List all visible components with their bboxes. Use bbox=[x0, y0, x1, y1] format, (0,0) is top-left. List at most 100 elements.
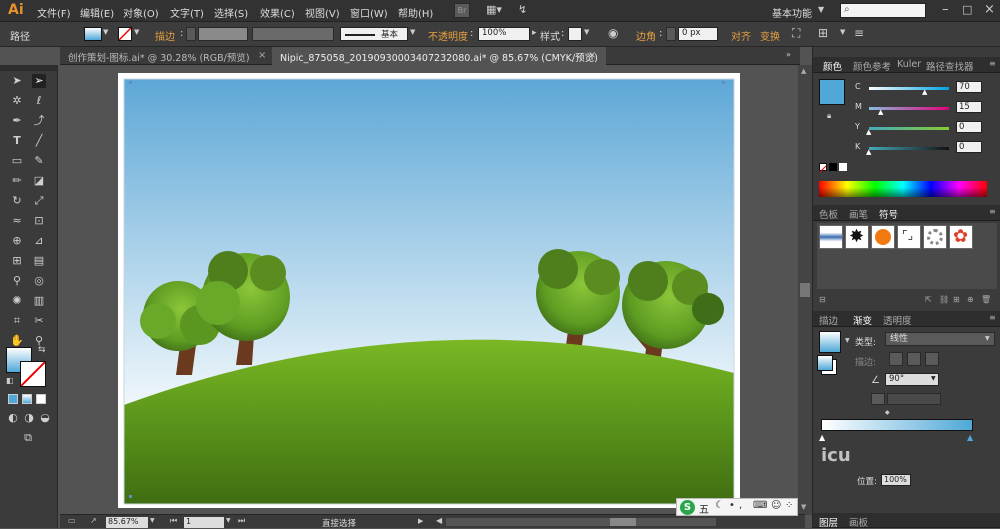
fill-color-swatch[interactable] bbox=[84, 27, 102, 41]
aspect-ratio-input[interactable] bbox=[887, 393, 941, 405]
gradient-location-input[interactable]: 100% bbox=[881, 474, 911, 486]
recolor-artwork-icon[interactable]: ◉ bbox=[608, 26, 618, 40]
chevron-down-icon[interactable]: ▼ bbox=[818, 5, 824, 14]
symbol-wreath[interactable] bbox=[923, 225, 947, 249]
black-value-input[interactable]: 0 bbox=[956, 141, 982, 153]
chevron-down-icon[interactable]: ▼ bbox=[584, 28, 589, 36]
select-similar-icon[interactable]: ⊞ bbox=[818, 26, 828, 40]
tab-layers[interactable]: 图层 bbox=[819, 515, 838, 529]
hand-tool-icon[interactable]: ✋ bbox=[10, 334, 24, 348]
color-spectrum[interactable] bbox=[819, 181, 987, 197]
chevron-down-icon[interactable]: ▼ bbox=[226, 517, 231, 524]
stroke-label[interactable]: 描边 bbox=[155, 28, 175, 43]
close-icon[interactable]: × bbox=[984, 2, 995, 17]
scroll-down-icon[interactable]: ▼ bbox=[801, 503, 806, 511]
punctuation-icon[interactable]: • bbox=[729, 500, 735, 511]
tab-swatches[interactable]: 色板 bbox=[819, 207, 838, 221]
chevron-down-icon[interactable]: ▼ bbox=[931, 375, 936, 382]
panel-menu-icon[interactable]: ≡ bbox=[854, 26, 864, 40]
artboard-nav-icon[interactable]: ▭ bbox=[68, 516, 76, 525]
yellow-slider[interactable] bbox=[869, 127, 949, 130]
stroke-color-swatch[interactable] bbox=[118, 27, 132, 41]
chevron-down-icon[interactable]: ▼ bbox=[103, 28, 108, 36]
status-menu-icon[interactable]: ▶ bbox=[418, 517, 423, 525]
menu-effect[interactable]: 效果(C) bbox=[260, 5, 295, 20]
curvature-tool-icon[interactable]: ⤴ bbox=[32, 114, 46, 128]
close-icon[interactable]: × bbox=[588, 50, 596, 61]
tab-kuler[interactable]: Kuler bbox=[897, 59, 921, 70]
align-button[interactable]: 对齐 bbox=[731, 28, 751, 43]
vertical-scrollbar[interactable]: ▲ ▼ bbox=[798, 65, 812, 515]
stroke-weight-input[interactable] bbox=[198, 27, 248, 41]
chevron-down-icon[interactable]: ▼ bbox=[410, 28, 415, 36]
direct-selection-tool-icon[interactable]: ➢ bbox=[32, 74, 46, 88]
none-mode-icon[interactable] bbox=[36, 394, 46, 404]
artboard-tool-icon[interactable]: ⌗ bbox=[10, 314, 24, 328]
corner-radius-input[interactable]: 0 px bbox=[678, 27, 718, 41]
screen-mode-icon[interactable]: ⧉ bbox=[18, 431, 38, 445]
menu-file[interactable]: 文件(F) bbox=[37, 5, 71, 20]
pencil-tool-icon[interactable]: ✏ bbox=[10, 174, 24, 188]
default-colors-icon[interactable]: ◧ bbox=[6, 376, 14, 385]
comma-icon[interactable]: , bbox=[739, 500, 742, 511]
stroke-across-icon[interactable] bbox=[925, 352, 939, 366]
menu-type[interactable]: 文字(T) bbox=[170, 5, 204, 20]
gradient-tool-icon[interactable]: ▤ bbox=[32, 254, 46, 268]
tab-artboards[interactable]: 画板 bbox=[849, 515, 868, 529]
search-input[interactable]: ⌕ bbox=[840, 3, 926, 18]
symbol-blue-banner[interactable] bbox=[819, 225, 843, 249]
tab-document-1[interactable]: 创作策划-图标.ai* @ 30.28% (RGB/预览) bbox=[60, 47, 258, 65]
isolate-icon[interactable]: ⛶ bbox=[792, 26, 800, 41]
pen-tool-icon[interactable]: ✒ bbox=[10, 114, 24, 128]
workspace-switcher[interactable]: 基本功能 bbox=[772, 5, 812, 20]
opacity-input[interactable]: 100% bbox=[478, 27, 530, 41]
shape-builder-tool-icon[interactable]: ⊕ bbox=[10, 234, 24, 248]
selection-tool-icon[interactable]: ➤ bbox=[10, 74, 24, 88]
lasso-tool-icon[interactable]: ℓ bbox=[32, 94, 46, 108]
panel-menu-icon[interactable]: ≡ bbox=[989, 59, 996, 68]
slider-handle-icon[interactable]: ▲ bbox=[878, 108, 883, 116]
break-link-icon[interactable]: ⛓ bbox=[939, 295, 949, 304]
line-segment-tool-icon[interactable]: ╱ bbox=[32, 134, 46, 148]
draw-behind-icon[interactable]: ◑ bbox=[22, 411, 36, 425]
gradient-type-select[interactable]: 线性 bbox=[885, 332, 995, 346]
user-icon[interactable]: ☺ bbox=[771, 500, 781, 511]
blend-tool-icon[interactable]: ◎ bbox=[32, 274, 46, 288]
paintbrush-tool-icon[interactable]: ✎ bbox=[32, 154, 46, 168]
yellow-value-input[interactable]: 0 bbox=[956, 121, 982, 133]
stroke-within-icon[interactable] bbox=[889, 352, 903, 366]
scroll-up-icon[interactable]: ▲ bbox=[801, 67, 806, 75]
draw-inside-icon[interactable]: ◒ bbox=[38, 411, 52, 425]
menu-edit[interactable]: 编辑(E) bbox=[80, 5, 114, 20]
symbol-sprayer-tool-icon[interactable]: ✺ bbox=[10, 294, 24, 308]
ime-logo-icon[interactable]: S bbox=[680, 500, 695, 515]
artboard-number-input[interactable]: 1 bbox=[184, 517, 224, 528]
scrollbar-thumb[interactable] bbox=[800, 283, 810, 297]
gradient-stop-blue[interactable]: ▲ bbox=[967, 433, 973, 442]
slice-tool-icon[interactable]: ✂ bbox=[32, 314, 46, 328]
stroke-weight-stepper[interactable] bbox=[186, 27, 196, 41]
cyan-slider[interactable] bbox=[869, 87, 949, 90]
menu-select[interactable]: 选择(S) bbox=[214, 5, 248, 20]
current-fill-color[interactable] bbox=[819, 79, 845, 105]
symbol-options-icon[interactable]: ⊞ bbox=[953, 295, 960, 304]
arrange-documents-icon[interactable]: ▦▾ bbox=[486, 3, 508, 18]
tab-stroke[interactable]: 描边 bbox=[819, 313, 838, 327]
draw-normal-icon[interactable]: ◐ bbox=[6, 411, 20, 425]
corner-stepper[interactable] bbox=[666, 27, 676, 41]
horizontal-scrollbar[interactable] bbox=[446, 518, 716, 526]
symbol-red-flower[interactable]: ✿ bbox=[949, 225, 973, 249]
delete-icon[interactable]: 🗑︎ bbox=[981, 295, 991, 304]
scale-tool-icon[interactable]: ⤢ bbox=[32, 194, 46, 208]
close-icon[interactable]: × bbox=[258, 50, 266, 61]
place-symbol-icon[interactable]: ⇱ bbox=[925, 295, 932, 304]
tab-document-2[interactable]: Nipic_875058_20190930003407232080.ai* @ … bbox=[272, 47, 606, 65]
tab-color[interactable]: 颜色 bbox=[823, 59, 842, 73]
free-transform-tool-icon[interactable]: ⊡ bbox=[32, 214, 46, 228]
symbol-frame[interactable]: ⌜⌟ bbox=[897, 225, 921, 249]
brush-definition[interactable]: 基本 bbox=[340, 27, 408, 41]
tab-pathfinder[interactable]: 路径查找器 bbox=[926, 59, 974, 73]
eraser-tool-icon[interactable]: ◪ bbox=[32, 174, 46, 188]
panel-menu-icon[interactable]: ≡ bbox=[989, 313, 996, 322]
width-tool-icon[interactable]: ≈ bbox=[10, 214, 24, 228]
